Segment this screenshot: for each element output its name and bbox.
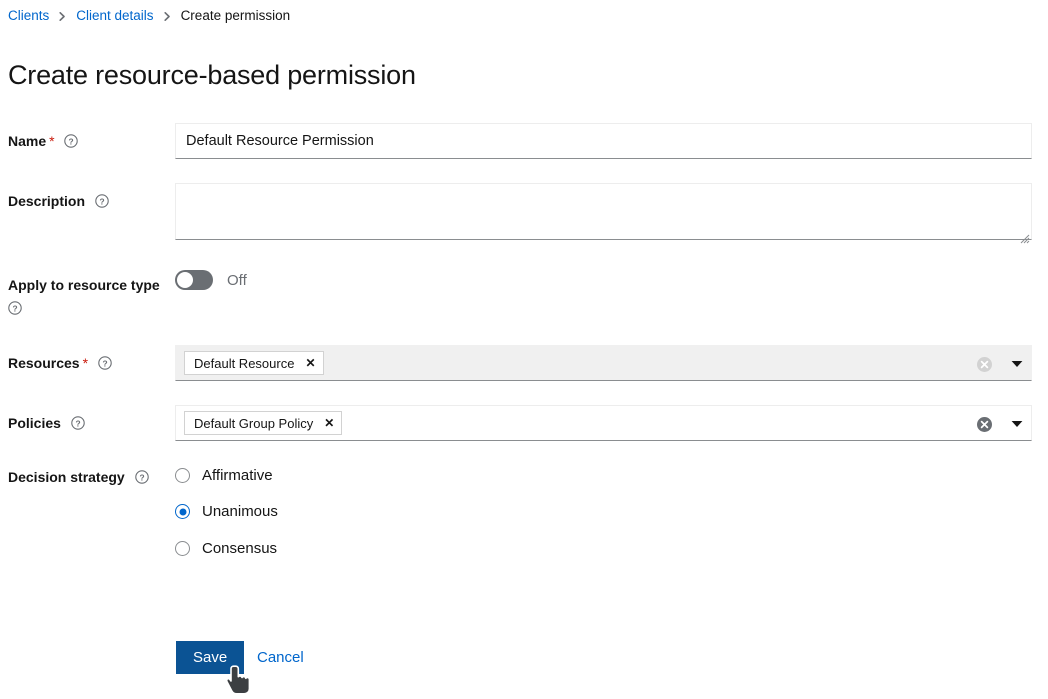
radio-unanimous-label[interactable]: Unanimous [202, 503, 278, 520]
breadcrumb: Clients Client details Create permission [8, 7, 290, 25]
chip-label: Default Group Policy [194, 415, 314, 431]
decision-strategy-label: Decision strategy ? [8, 468, 168, 487]
apply-to-resource-type-control: Off [175, 270, 247, 290]
chevron-down-icon[interactable] [1010, 358, 1023, 371]
chip-default-group-policy[interactable]: Default Group Policy ✕ [184, 411, 343, 435]
resources-multiselect[interactable]: Default Resource ✕ [175, 345, 1032, 381]
resources-required-marker: * [82, 355, 89, 371]
description-field-wrapper [175, 183, 1032, 245]
radio-option-unanimous[interactable]: Unanimous [175, 503, 278, 520]
create-permission-page: Clients Client details Create permission… [0, 0, 1048, 699]
chevron-down-icon[interactable] [1010, 418, 1023, 431]
help-icon[interactable]: ? [64, 134, 79, 148]
apply-to-resource-type-label: Apply to resource type ? [8, 276, 173, 315]
policies-label: Policies ? [8, 414, 168, 433]
resources-label-text: Resources [8, 355, 80, 371]
help-icon[interactable]: ? [95, 194, 109, 208]
breadcrumb-item-client-details[interactable]: Client details [76, 7, 153, 25]
resources-field-wrapper: Default Resource ✕ [175, 345, 1032, 381]
radio-affirmative-label[interactable]: Affirmative [202, 467, 273, 484]
description-label: Description ? [8, 192, 168, 211]
svg-text:?: ? [12, 303, 17, 313]
toggle-state-label: Off [227, 271, 247, 289]
save-button[interactable]: Save [176, 641, 245, 674]
breadcrumb-item-create-permission: Create permission [180, 8, 291, 23]
policies-field-wrapper: Default Group Policy ✕ [175, 405, 1032, 441]
svg-text:?: ? [69, 136, 74, 146]
decision-strategy-label-text: Decision strategy [8, 469, 125, 485]
radio-affirmative-input[interactable] [175, 468, 190, 483]
name-required-marker: * [49, 133, 55, 149]
radio-consensus-label[interactable]: Consensus [202, 540, 277, 557]
name-label: Name * ? [8, 132, 168, 151]
help-icon[interactable]: ? [71, 416, 85, 430]
toggle-knob [177, 272, 193, 288]
policies-label-text: Policies [8, 415, 61, 431]
clear-all-icon[interactable] [976, 356, 993, 373]
name-label-text: Name [8, 133, 47, 149]
radio-consensus-input[interactable] [175, 541, 190, 556]
clear-all-icon[interactable] [976, 416, 993, 433]
chip-remove-icon[interactable]: ✕ [324, 417, 334, 429]
page-title: Create resource-based permission [8, 60, 416, 91]
help-icon[interactable]: ? [8, 301, 22, 315]
resources-label: Resources * ? [8, 354, 168, 373]
breadcrumb-item-clients[interactable]: Clients [8, 7, 49, 25]
svg-text:?: ? [99, 196, 104, 206]
description-label-text: Description [8, 193, 86, 209]
name-input[interactable] [175, 123, 1032, 159]
chevron-right-icon [58, 11, 67, 21]
resources-actions [976, 346, 1023, 382]
policies-actions [976, 406, 1023, 442]
svg-text:?: ? [75, 418, 80, 428]
help-icon[interactable]: ? [98, 356, 112, 370]
description-textarea[interactable] [175, 183, 1032, 240]
radio-unanimous-input[interactable] [175, 504, 190, 519]
help-icon[interactable]: ? [134, 470, 149, 484]
name-field-wrapper [175, 123, 1032, 159]
policies-multiselect[interactable]: Default Group Policy ✕ [175, 405, 1032, 441]
radio-option-affirmative[interactable]: Affirmative [175, 467, 273, 484]
chevron-right-icon [163, 11, 172, 21]
radio-option-consensus[interactable]: Consensus [175, 540, 277, 557]
svg-text:?: ? [139, 472, 144, 482]
chip-default-resource[interactable]: Default Resource ✕ [184, 351, 324, 375]
chip-remove-icon[interactable]: ✕ [305, 357, 315, 369]
apply-to-resource-type-label-text: Apply to resource type [8, 277, 160, 293]
svg-text:?: ? [102, 358, 107, 368]
apply-to-resource-type-toggle[interactable] [175, 270, 213, 290]
chip-label: Default Resource [194, 355, 295, 371]
cancel-button[interactable]: Cancel [257, 641, 304, 674]
